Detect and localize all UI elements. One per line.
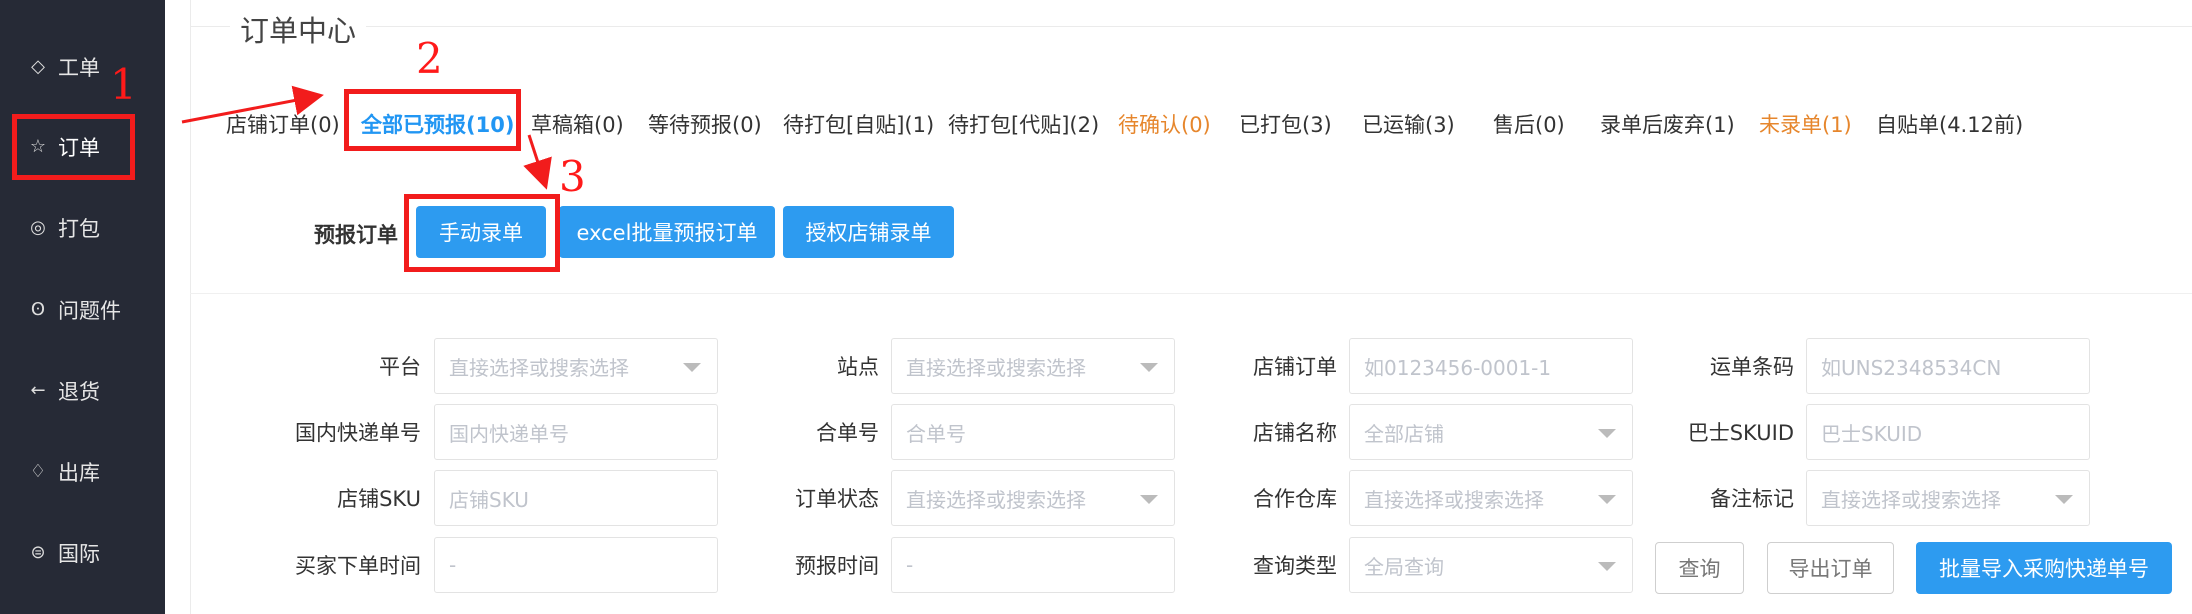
tab-drafts[interactable]: 草稿箱(0) bbox=[531, 109, 624, 139]
domestic-tracking-input[interactable]: 国内快递单号 bbox=[434, 404, 718, 460]
preorder-time-label: 预报时间 bbox=[795, 554, 879, 578]
warehouse-select[interactable]: 直接选择或搜索选择 bbox=[1349, 470, 1633, 526]
domestic-tracking-label: 国内快递单号 bbox=[295, 421, 421, 445]
sidebar-item-label: 打包 bbox=[58, 217, 100, 241]
sidebar-item-label: 出库 bbox=[58, 461, 100, 485]
sidebar-item-problems[interactable]: ʘ 问题件 bbox=[28, 290, 121, 330]
chevron-down-icon bbox=[1598, 562, 1616, 571]
tab-pending-confirm[interactable]: 待确认(0) bbox=[1118, 109, 1211, 139]
query-type-placeholder: 全局查询 bbox=[1364, 554, 1444, 579]
sidebar-item-international[interactable]: ⊜ 国际 bbox=[28, 533, 100, 573]
tab-pack-self[interactable]: 待打包[自贴](1) bbox=[783, 109, 934, 139]
flame-icon: ʘ bbox=[30, 299, 46, 320]
tab-packed[interactable]: 已打包(3) bbox=[1239, 109, 1332, 139]
annotation-box-orders bbox=[12, 114, 135, 180]
site-label: 站点 bbox=[837, 355, 879, 379]
divider bbox=[190, 293, 2192, 294]
platform-placeholder: 直接选择或搜索选择 bbox=[449, 355, 629, 380]
sidebar-item-label: 退货 bbox=[58, 380, 100, 404]
shop-order-input[interactable]: 如0123456-0001-1 bbox=[1349, 338, 1633, 394]
sidebar-item-workorder[interactable]: ◇ 工单 bbox=[28, 47, 100, 87]
shop-order-placeholder: 如0123456-0001-1 bbox=[1364, 355, 1552, 380]
drops-icon: ♢ bbox=[29, 461, 47, 482]
waybill-label: 运单条码 bbox=[1710, 355, 1794, 379]
remark-label: 备注标记 bbox=[1710, 487, 1794, 511]
export-orders-button[interactable]: 导出订单 bbox=[1767, 542, 1894, 594]
annotation-number-2: 2 bbox=[416, 34, 443, 83]
chevron-down-icon bbox=[1140, 363, 1158, 372]
diamond-icon: ◇ bbox=[31, 56, 45, 77]
bashi-skuid-label: 巴士SKUID bbox=[1687, 421, 1794, 445]
domestic-tracking-placeholder: 国内快递单号 bbox=[449, 421, 569, 446]
sidebar-item-outbound[interactable]: ♢ 出库 bbox=[28, 452, 100, 492]
tab-after-sales[interactable]: 售后(0) bbox=[1493, 109, 1565, 139]
query-type-select[interactable]: 全局查询 bbox=[1349, 537, 1633, 593]
tab-pack-proxy[interactable]: 待打包[代贴](2) bbox=[948, 109, 1099, 139]
platform-select[interactable]: 直接选择或搜索选择 bbox=[434, 338, 718, 394]
batch-import-tracking-button[interactable]: 批量导入采购快递单号 bbox=[1916, 542, 2172, 594]
bashi-skuid-placeholder: 巴士SKUID bbox=[1821, 421, 1923, 446]
sidebar-item-label: 工单 bbox=[58, 56, 100, 80]
platform-label: 平台 bbox=[379, 355, 421, 379]
authorize-shop-entry-button[interactable]: 授权店铺录单 bbox=[783, 206, 954, 258]
combined-order-label: 合单号 bbox=[816, 421, 879, 445]
section-border-top bbox=[190, 26, 2192, 27]
site-placeholder: 直接选择或搜索选择 bbox=[906, 355, 1086, 380]
remark-placeholder: 直接选择或搜索选择 bbox=[1821, 487, 2001, 512]
preorder-time-input[interactable]: - bbox=[891, 537, 1175, 593]
warehouse-placeholder: 直接选择或搜索选择 bbox=[1364, 487, 1544, 512]
globe-icon: ⊜ bbox=[30, 542, 46, 563]
sidebar-item-label: 国际 bbox=[58, 542, 100, 566]
query-button[interactable]: 查询 bbox=[1655, 542, 1744, 594]
chevron-down-icon bbox=[1140, 495, 1158, 504]
annotation-number-3: 3 bbox=[559, 152, 586, 201]
site-select[interactable]: 直接选择或搜索选择 bbox=[891, 338, 1175, 394]
annotation-box-tab bbox=[344, 89, 521, 151]
order-status-label: 订单状态 bbox=[795, 487, 879, 511]
buyer-order-time-placeholder: - bbox=[449, 553, 457, 577]
buyer-order-time-input[interactable]: - bbox=[434, 537, 718, 593]
tab-awaiting-preorder[interactable]: 等待预报(0) bbox=[648, 109, 762, 139]
arrow-to-button bbox=[523, 134, 552, 190]
preorder-time-placeholder: - bbox=[906, 553, 914, 577]
shop-order-label: 店铺订单 bbox=[1253, 355, 1337, 379]
shop-sku-input[interactable]: 店铺SKU bbox=[434, 470, 718, 526]
tab-discarded[interactable]: 录单后废弃(1) bbox=[1600, 109, 1735, 139]
shop-name-label: 店铺名称 bbox=[1253, 421, 1337, 445]
query-type-label: 查询类型 bbox=[1253, 554, 1337, 578]
chevron-down-icon bbox=[2055, 495, 2073, 504]
excel-batch-preorder-button[interactable]: excel批量预报订单 bbox=[559, 206, 775, 258]
shop-name-placeholder: 全部店铺 bbox=[1364, 421, 1444, 446]
tab-shop-orders[interactable]: 店铺订单(0) bbox=[226, 109, 340, 139]
eye-code-icon: ◎ bbox=[30, 217, 46, 238]
combined-order-input[interactable]: 合单号 bbox=[891, 404, 1175, 460]
shop-name-select[interactable]: 全部店铺 bbox=[1349, 404, 1633, 460]
sidebar: ◇ 工单 ☆ 订单 ◎ 打包 ʘ 问题件 ← 退货 ♢ 出库 ⊜ 国际 bbox=[0, 0, 165, 614]
arrow-left-icon: ← bbox=[30, 380, 46, 401]
preorder-label: 预报订单 bbox=[314, 223, 398, 247]
warehouse-label: 合作仓库 bbox=[1253, 487, 1337, 511]
remark-select[interactable]: 直接选择或搜索选择 bbox=[1806, 470, 2090, 526]
tab-self-labeled[interactable]: 自贴单(4.12前) bbox=[1876, 109, 2023, 139]
sidebar-item-packing[interactable]: ◎ 打包 bbox=[28, 208, 100, 248]
tab-shipped[interactable]: 已运输(3) bbox=[1362, 109, 1455, 139]
tab-unrecorded[interactable]: 未录单(1) bbox=[1759, 109, 1852, 139]
sidebar-item-returns[interactable]: ← 退货 bbox=[28, 371, 100, 411]
order-status-placeholder: 直接选择或搜索选择 bbox=[906, 487, 1086, 512]
waybill-placeholder: 如UNS2348534CN bbox=[1821, 355, 2002, 380]
section-title: 订单中心 bbox=[230, 8, 367, 50]
bashi-skuid-input[interactable]: 巴士SKUID bbox=[1806, 404, 2090, 460]
order-status-select[interactable]: 直接选择或搜索选择 bbox=[891, 470, 1175, 526]
shop-sku-placeholder: 店铺SKU bbox=[449, 487, 529, 512]
shop-sku-label: 店铺SKU bbox=[337, 487, 421, 511]
sidebar-item-label: 问题件 bbox=[58, 299, 121, 323]
annotation-box-button bbox=[404, 194, 560, 272]
waybill-input[interactable]: 如UNS2348534CN bbox=[1806, 338, 2090, 394]
buyer-order-time-label: 买家下单时间 bbox=[295, 554, 421, 578]
annotation-number-1: 1 bbox=[110, 60, 137, 109]
section-border-left bbox=[190, 0, 191, 614]
combined-order-placeholder: 合单号 bbox=[906, 421, 966, 446]
